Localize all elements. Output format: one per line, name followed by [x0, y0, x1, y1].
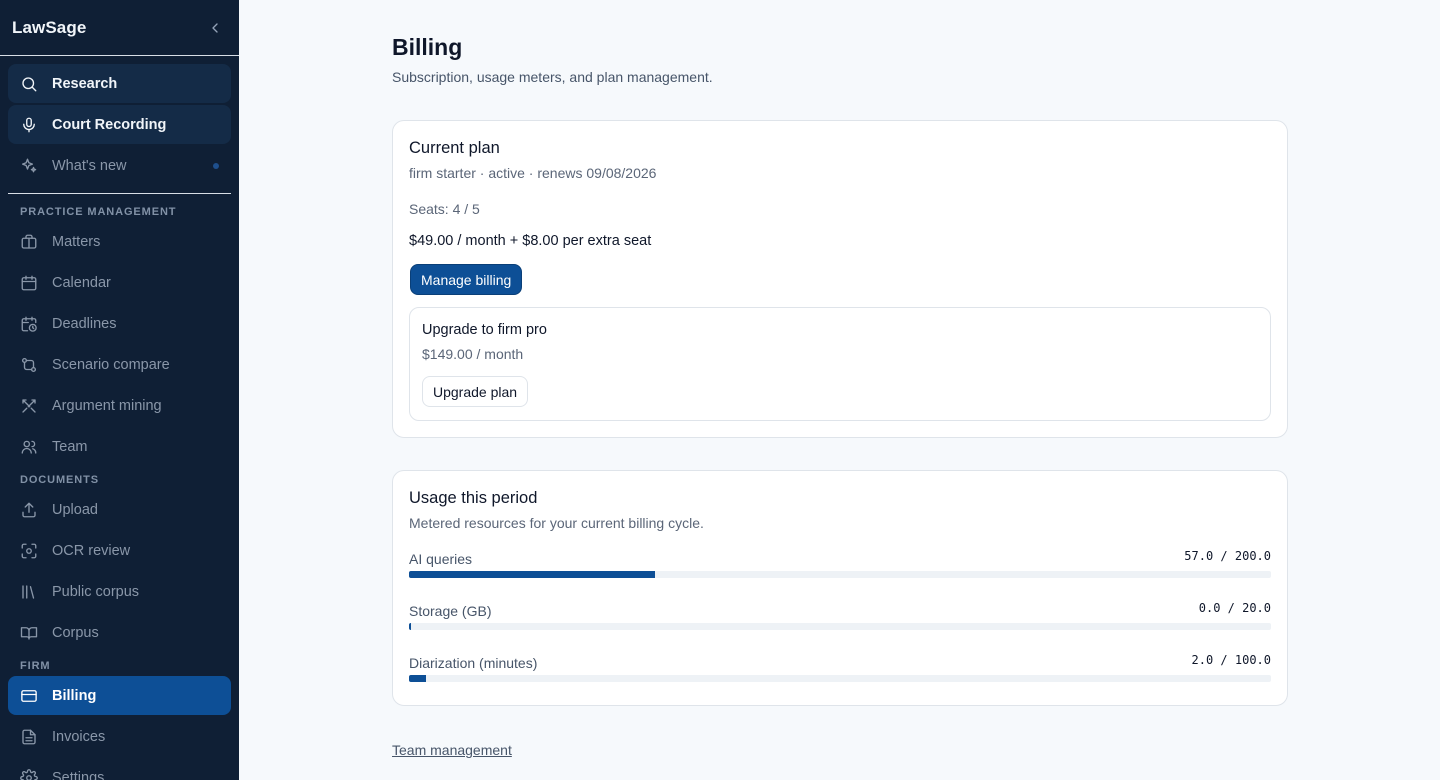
sidebar-item-corpus[interactable]: Corpus	[8, 613, 231, 652]
meter-label: Storage (GB)	[409, 603, 492, 619]
section-label-documents: DOCUMENTS	[20, 474, 99, 486]
usage-subtitle: Metered resources for your current billi…	[409, 515, 704, 531]
briefcase-icon	[20, 233, 38, 251]
meter-fill	[409, 571, 655, 578]
sidebar-item-label: Team	[52, 438, 88, 455]
plan-status: firm starter · active · renews 09/08/202…	[409, 165, 657, 181]
microphone-icon	[20, 116, 38, 134]
current-plan-title: Current plan	[409, 139, 500, 157]
upgrade-price: $149.00 / month	[422, 346, 524, 362]
sidebar-item-settings[interactable]: Settings	[8, 758, 231, 780]
section-label-practice-management: PRACTICE MANAGEMENT	[20, 206, 177, 218]
sidebar-divider	[8, 193, 231, 194]
sidebar: LawSage Research Court Recording What's …	[0, 0, 239, 780]
sidebar-item-billing[interactable]: Billing	[8, 676, 231, 715]
sidebar-item-label: Matters	[52, 233, 101, 250]
meter-label: Diarization (minutes)	[409, 655, 538, 671]
meter-label: AI queries	[409, 551, 473, 567]
sidebar-item-deadlines[interactable]: Deadlines	[8, 304, 231, 343]
chevron-left-icon	[212, 22, 218, 33]
meter-storage: Storage (GB) 0.0 / 20.0	[409, 601, 1271, 643]
git-compare-icon	[20, 356, 38, 374]
meter-value: 57.0 / 200.0	[1184, 549, 1271, 563]
sidebar-item-label: Invoices	[52, 728, 106, 745]
meter-fill	[409, 623, 411, 630]
sidebar-item-matters[interactable]: Matters	[8, 222, 231, 261]
sidebar-item-label: Deadlines	[52, 315, 117, 332]
usage-card: Usage this period Metered resources for …	[392, 470, 1288, 706]
sidebar-header: LawSage	[0, 0, 239, 56]
page-subtitle: Subscription, usage meters, and plan man…	[392, 69, 713, 85]
upgrade-plan-button[interactable]: Upgrade plan	[422, 376, 529, 407]
users-icon	[20, 438, 38, 456]
upgrade-offer: Upgrade to firm pro $149.00 / month Upgr…	[409, 307, 1271, 421]
sidebar-item-invoices[interactable]: Invoices	[8, 717, 231, 756]
sidebar-item-ocr-review[interactable]: OCR review	[8, 531, 231, 570]
meter-fill	[409, 675, 427, 682]
sidebar-item-research[interactable]: Research	[8, 64, 231, 103]
section-label-firm: FIRM	[20, 660, 51, 672]
sidebar-item-label: Argument mining	[52, 397, 162, 414]
meter-value: 0.0 / 20.0	[1198, 601, 1271, 615]
file-text-icon	[20, 728, 38, 746]
sidebar-item-label: Research	[52, 75, 118, 92]
meter-track	[409, 675, 1271, 682]
sidebar-item-calendar[interactable]: Calendar	[8, 263, 231, 302]
sidebar-item-label: Court Recording	[52, 116, 167, 133]
sidebar-sections: PRACTICE MANAGEMENT Matters Calendar Dea…	[0, 200, 239, 780]
search-icon	[20, 75, 38, 93]
sidebar-item-scenario-compare[interactable]: Scenario compare	[8, 345, 231, 384]
sidebar-item-label: Calendar	[52, 274, 111, 291]
sidebar-item-whats-new[interactable]: What's new	[8, 146, 231, 185]
sidebar-item-label: Billing	[52, 687, 97, 704]
new-indicator-dot	[213, 163, 219, 169]
library-icon	[20, 583, 38, 601]
calendar-clock-icon	[20, 315, 38, 333]
meter-track	[409, 571, 1271, 578]
gear-icon	[20, 768, 38, 780]
plan-price: $49.00 / month + $8.00 per extra seat	[409, 233, 652, 249]
upload-icon	[20, 501, 38, 519]
sidebar-item-label: Public corpus	[52, 583, 140, 600]
current-plan-card: Current plan firm starter · active · ren…	[392, 120, 1288, 438]
calendar-icon	[20, 274, 38, 292]
sidebar-item-label: Upload	[52, 501, 98, 518]
meter-diarization: Diarization (minutes) 2.0 / 100.0	[409, 653, 1271, 695]
usage-title: Usage this period	[409, 489, 538, 507]
sidebar-item-label: What's new	[52, 157, 127, 174]
manage-billing-button[interactable]: Manage billing	[410, 264, 523, 295]
team-management-link[interactable]: Team management	[392, 742, 512, 758]
sidebar-item-team[interactable]: Team	[8, 427, 231, 466]
sidebar-item-upload[interactable]: Upload	[8, 490, 231, 529]
sidebar-item-court-recording[interactable]: Court Recording	[8, 105, 231, 144]
sidebar-item-label: Scenario compare	[52, 356, 170, 373]
credit-card-icon	[20, 687, 38, 705]
sidebar-nav: Research Court Recording What's new	[0, 56, 239, 185]
seats-count: Seats: 4 / 5	[409, 201, 480, 217]
sidebar-item-label: OCR review	[52, 542, 131, 559]
sparkles-icon	[20, 157, 38, 175]
upgrade-title: Upgrade to firm pro	[422, 322, 547, 338]
swords-icon	[20, 397, 38, 415]
sidebar-item-argument-mining[interactable]: Argument mining	[8, 386, 231, 425]
app-name: LawSage	[12, 17, 87, 37]
meter-value: 2.0 / 100.0	[1191, 653, 1271, 667]
meter-ai-queries: AI queries 57.0 / 200.0	[409, 549, 1271, 591]
book-open-icon	[20, 624, 38, 642]
scan-icon	[20, 542, 38, 560]
sidebar-item-public-corpus[interactable]: Public corpus	[8, 572, 231, 611]
meter-track	[409, 623, 1271, 630]
sidebar-item-label: Settings	[52, 769, 105, 780]
collapse-sidebar-button[interactable]	[203, 16, 227, 40]
sidebar-item-label: Corpus	[52, 624, 99, 641]
page-title: Billing	[392, 34, 463, 60]
